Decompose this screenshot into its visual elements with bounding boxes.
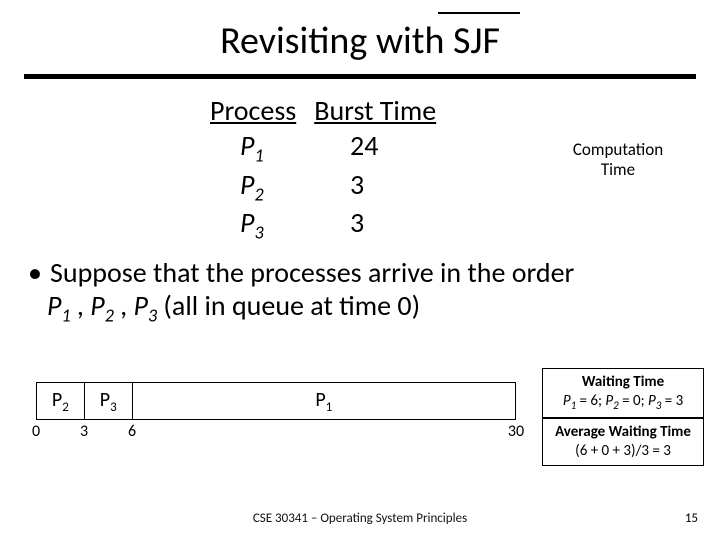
annotation-line1: Computation [573, 139, 663, 160]
gantt-segment: P1 [133, 383, 515, 419]
tick-label: 3 [80, 422, 88, 441]
seg-p: P [100, 388, 110, 412]
title-rule [24, 74, 696, 79]
box-title: Average Waiting Time [549, 423, 697, 442]
p-letter: P [90, 288, 104, 323]
eq: = 6; [576, 392, 605, 410]
bullet-tail: (all in queue at time 0) [157, 288, 420, 323]
bullet-line1: Suppose that the processes arrive in the… [50, 255, 574, 290]
table-header: Process Burst Time [210, 93, 720, 128]
p-letter: P [563, 392, 571, 410]
box-body: P1 = 6; P2 = 0; P3 = 3 [549, 392, 697, 413]
box-title: Waiting Time [549, 373, 697, 392]
burst-value: 3 [310, 167, 450, 206]
seg-sub: 2 [62, 400, 69, 415]
col-header-process: Process [210, 93, 296, 128]
seg-sub: 1 [326, 400, 333, 415]
gantt-segment: P3 [85, 383, 133, 419]
proc-letter: P [240, 128, 254, 163]
gantt-ticks: 0 3 6 30 [36, 420, 516, 442]
annotation-line2: Time [601, 159, 635, 180]
proc-sub: 3 [254, 222, 263, 244]
proc-letter: P [240, 167, 254, 202]
seg-p: P [52, 388, 62, 412]
seg-sub: 3 [110, 400, 117, 415]
comma: , [114, 288, 134, 323]
burst-value: 24 [310, 128, 450, 167]
waiting-time-box: Waiting Time P1 = 6; P2 = 0; P3 = 3 [542, 368, 704, 418]
tick-label: 30 [508, 422, 524, 441]
tick-label: 6 [128, 422, 136, 441]
proc-letter: P [240, 205, 254, 240]
slide-footer: CSE 30341 – Operating System Principles [0, 511, 720, 526]
seg-p: P [315, 388, 325, 412]
p-letter: P [47, 288, 61, 323]
eq: = 0; [619, 392, 648, 410]
annotation-connector [438, 12, 520, 14]
page-number: 15 [685, 511, 698, 526]
tick-label: 0 [32, 422, 40, 441]
p-letter: P [134, 288, 148, 323]
proc-sub: 1 [254, 145, 263, 167]
bullet-dot: • [28, 256, 50, 290]
slide-title: Revisiting with SJF [0, 0, 720, 74]
gantt-chart: P2 P3 P1 0 3 6 30 [36, 382, 516, 442]
gantt-segment: P2 [37, 383, 85, 419]
comma: , [71, 288, 91, 323]
proc-sub: 2 [254, 183, 263, 205]
p-sub: 3 [148, 305, 157, 327]
gantt-bar: P2 P3 P1 [36, 382, 516, 420]
table-row: P3 3 [210, 205, 720, 244]
p-letter: P [605, 392, 613, 410]
annotation-label: Computation Time [558, 140, 678, 179]
eq: = 3 [661, 392, 683, 410]
p-letter: P [648, 392, 656, 410]
box-body: (6 + 0 + 3)/3 = 3 [549, 442, 697, 461]
p-sub: 2 [105, 305, 114, 327]
bullet-text: • Suppose that the processes arrive in t… [28, 256, 692, 328]
col-header-burst: Burst Time [314, 93, 436, 128]
avg-waiting-time-box: Average Waiting Time (6 + 0 + 3)/3 = 3 [542, 418, 704, 466]
burst-value: 3 [310, 205, 450, 244]
p-sub: 1 [61, 305, 70, 327]
